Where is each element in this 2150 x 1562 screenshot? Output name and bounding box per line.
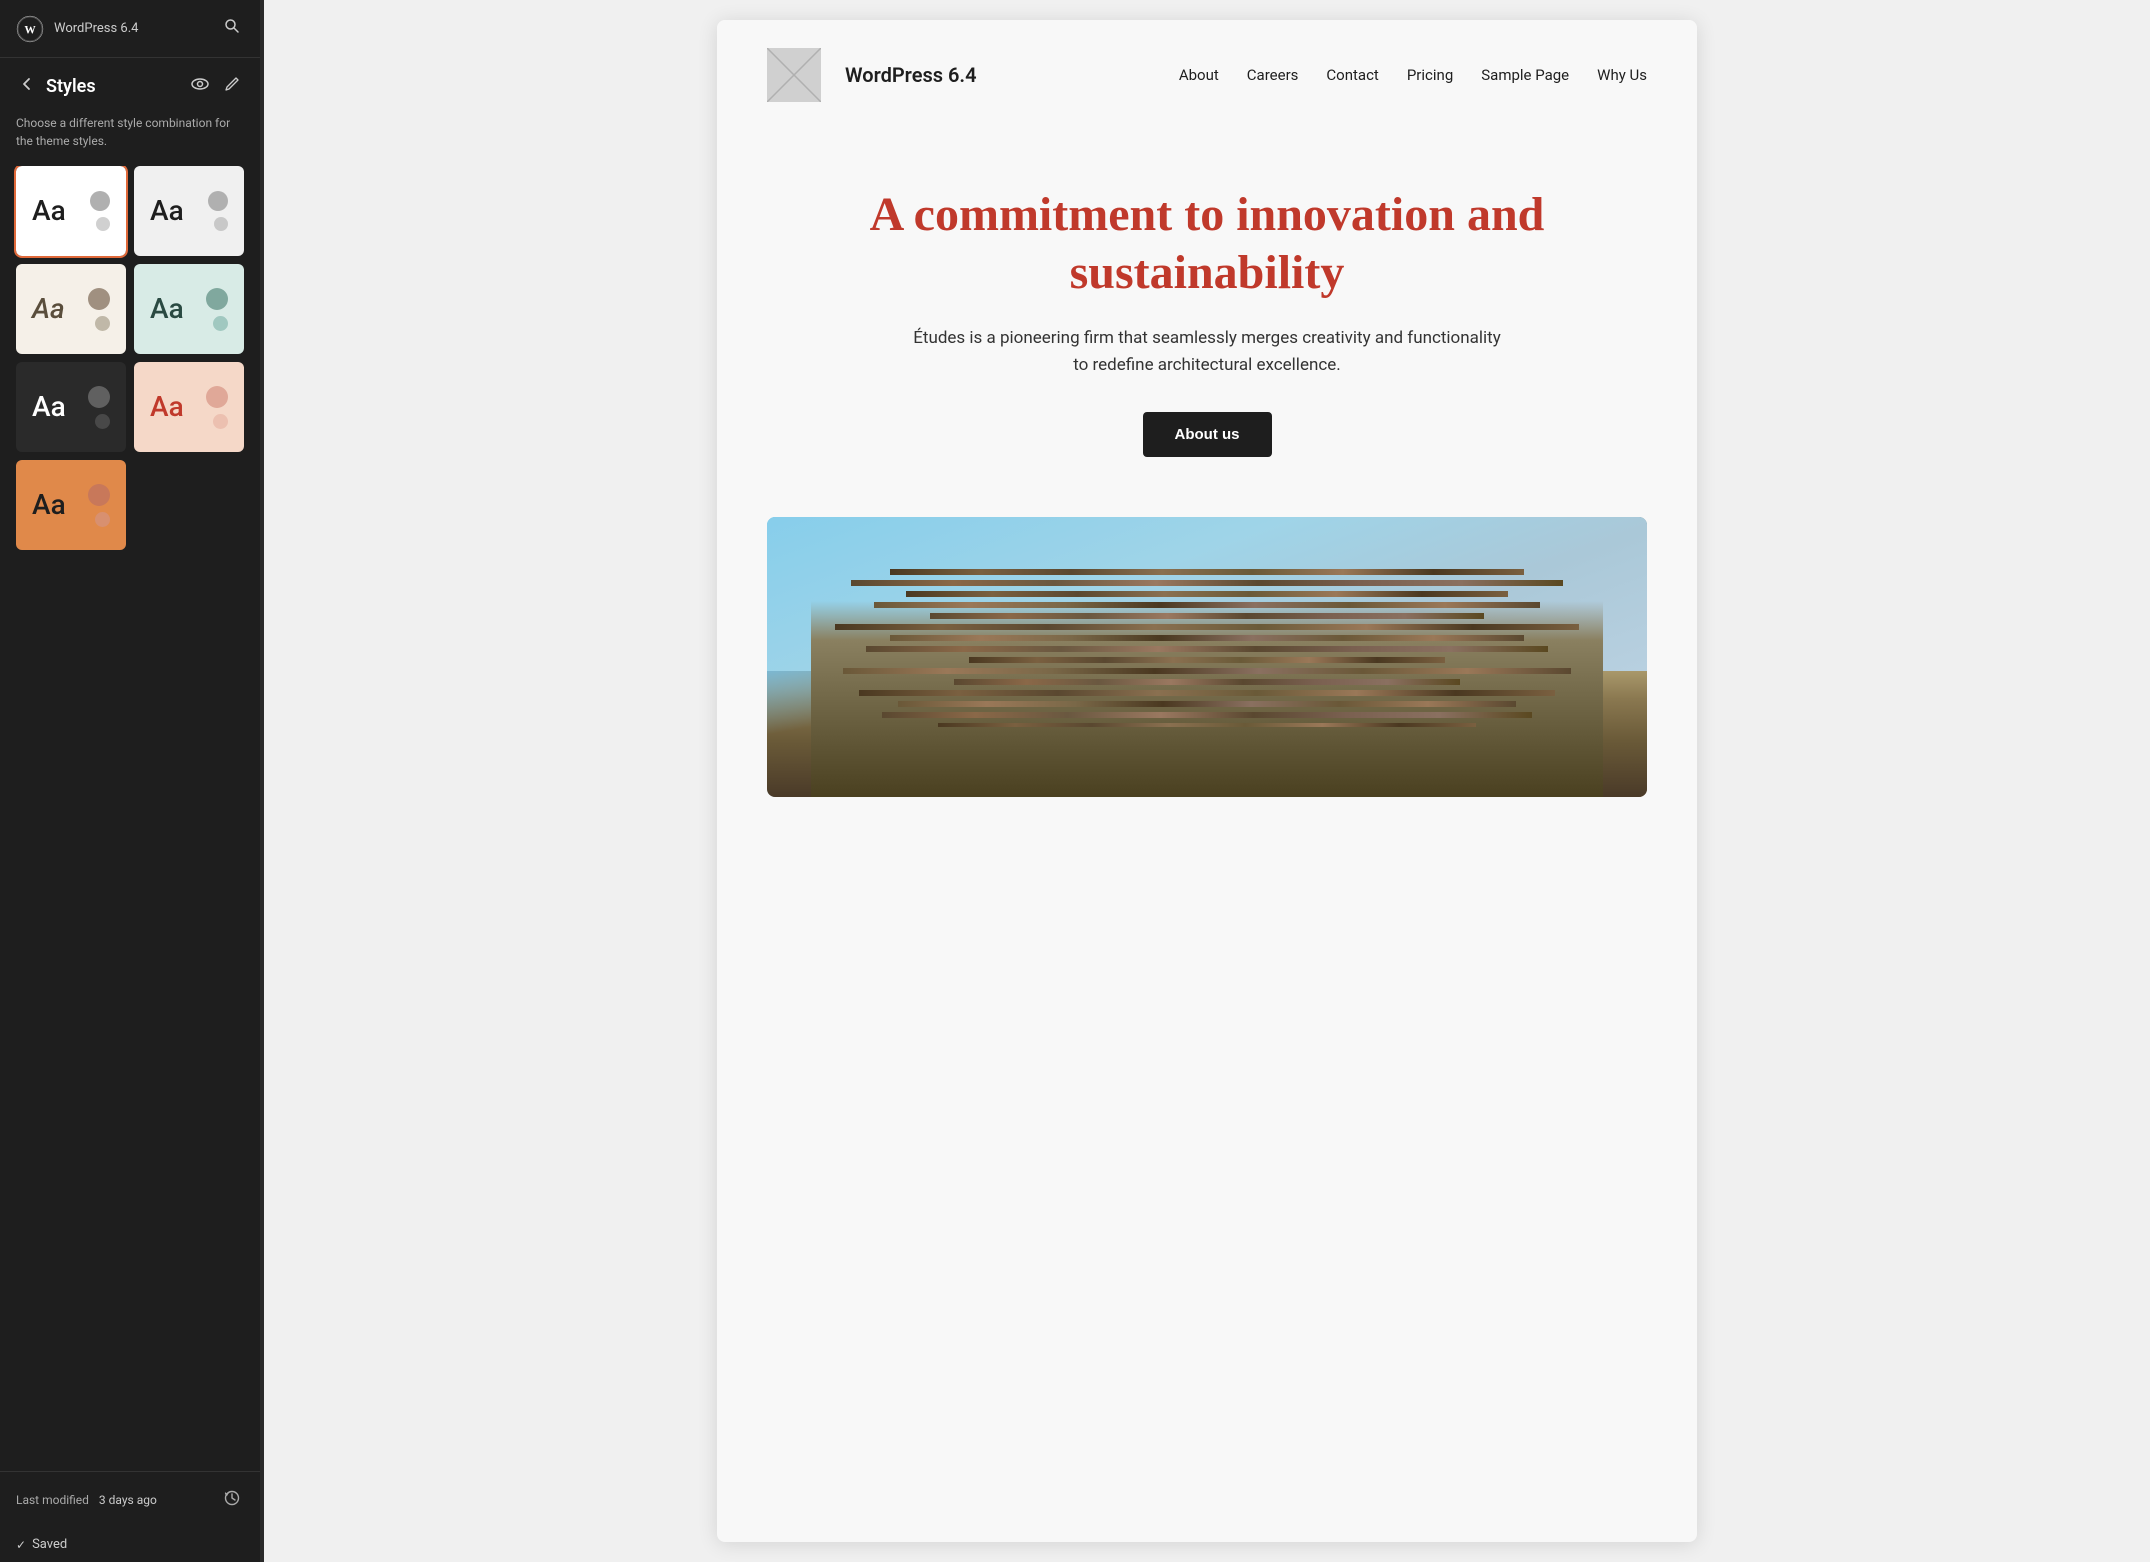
style-card-dark[interactable]: Aa xyxy=(16,362,126,452)
back-button[interactable] xyxy=(16,75,38,98)
dot-large xyxy=(88,484,110,506)
style-card-aa-label: Aa xyxy=(32,197,66,225)
slat-row xyxy=(843,668,1572,674)
saved-status-bar: ✓ Saved xyxy=(0,1527,260,1562)
svg-text:W: W xyxy=(24,24,36,36)
dot-small xyxy=(95,512,110,527)
style-card-white[interactable]: Aa xyxy=(16,166,126,256)
style-card-dots xyxy=(208,191,228,231)
dot-small xyxy=(214,217,228,231)
preview-frame: WordPress 6.4 About Careers Contact Pric… xyxy=(717,20,1697,1542)
history-button[interactable] xyxy=(220,1486,244,1513)
back-arrow-icon xyxy=(20,77,34,91)
slat-row xyxy=(938,723,1477,727)
nav-link-pricing[interactable]: Pricing xyxy=(1407,66,1453,84)
style-card-dots xyxy=(206,386,228,429)
dot-large xyxy=(206,386,228,408)
preview-styles-button[interactable] xyxy=(187,72,213,100)
history-icon xyxy=(224,1490,240,1506)
edit-pencil-icon xyxy=(225,76,240,91)
preview-area: WordPress 6.4 About Careers Contact Pric… xyxy=(264,0,2150,1562)
search-icon xyxy=(224,18,240,34)
style-card-cream[interactable]: Aa xyxy=(16,264,126,354)
styles-grid: Aa Aa Aa Aa xyxy=(0,166,260,1471)
nav-link-careers[interactable]: Careers xyxy=(1247,66,1299,84)
style-card-dots xyxy=(88,288,110,331)
dot-small xyxy=(213,414,228,429)
slat-row xyxy=(882,712,1531,718)
sidebar-footer: Last modified 3 days ago xyxy=(0,1471,260,1527)
dot-large xyxy=(88,386,110,408)
saved-text: Saved xyxy=(32,1537,67,1552)
style-card-aa-label: Aa xyxy=(32,491,66,519)
styles-title: Styles xyxy=(46,76,179,97)
slat-row xyxy=(866,646,1547,652)
sidebar: W WordPress 6.4 Styles xyxy=(0,0,260,1562)
eye-icon xyxy=(191,77,209,91)
dot-small xyxy=(96,217,110,231)
styles-section-header: Styles xyxy=(0,58,260,106)
slat-row xyxy=(851,580,1564,586)
style-card-mint[interactable]: Aa xyxy=(134,264,244,354)
nav-link-sample-page[interactable]: Sample Page xyxy=(1481,66,1569,84)
preview-nav: WordPress 6.4 About Careers Contact Pric… xyxy=(717,20,1697,126)
edit-styles-button[interactable] xyxy=(221,72,244,100)
style-card-light-gray[interactable]: Aa xyxy=(134,166,244,256)
preview-nav-links: About Careers Contact Pricing Sample Pag… xyxy=(1179,66,1647,84)
slat-row xyxy=(890,635,1524,641)
styles-actions xyxy=(187,72,244,100)
about-us-button[interactable]: About us xyxy=(1143,412,1272,457)
wordpress-logo-icon: W xyxy=(16,15,44,43)
saved-checkmark-icon: ✓ xyxy=(16,1538,26,1552)
style-card-aa-label: Aa xyxy=(150,197,184,225)
slat-row xyxy=(835,624,1580,630)
last-modified-label: Last modified xyxy=(16,1493,89,1507)
style-card-orange[interactable]: Aa xyxy=(16,460,126,550)
hero-subtitle: Études is a pioneering firm that seamles… xyxy=(907,325,1507,379)
last-modified-value: 3 days ago xyxy=(99,1493,157,1507)
dot-large xyxy=(208,191,228,211)
style-card-dots xyxy=(88,484,110,527)
style-card-dots xyxy=(206,288,228,331)
building-slats-container xyxy=(811,559,1603,727)
app-title: WordPress 6.4 xyxy=(54,21,138,36)
style-card-aa-label: Aa xyxy=(150,393,184,421)
style-card-dots xyxy=(88,386,110,429)
styles-description: Choose a different style combination for… xyxy=(0,106,260,166)
preview-building-image xyxy=(767,517,1647,797)
site-name: WordPress 6.4 xyxy=(845,63,977,87)
slat-row xyxy=(954,679,1461,685)
slat-row xyxy=(874,602,1539,608)
nav-link-contact[interactable]: Contact xyxy=(1326,66,1378,84)
style-card-peach[interactable]: Aa xyxy=(134,362,244,452)
dot-large xyxy=(90,191,110,211)
slat-row xyxy=(906,591,1508,597)
dot-large xyxy=(206,288,228,310)
slat-row xyxy=(890,569,1524,575)
dot-small xyxy=(95,316,110,331)
site-logo-placeholder-image xyxy=(767,48,821,102)
preview-hero: A commitment to innovation and sustainab… xyxy=(717,126,1697,497)
dot-small xyxy=(213,316,228,331)
sidebar-header: W WordPress 6.4 xyxy=(0,0,260,58)
hero-title: A commitment to innovation and sustainab… xyxy=(767,186,1647,301)
slat-row xyxy=(930,613,1484,619)
dot-small xyxy=(95,414,110,429)
style-card-dots xyxy=(90,191,110,231)
slat-row xyxy=(859,690,1556,696)
search-button[interactable] xyxy=(220,14,244,43)
style-card-aa-label: Aa xyxy=(32,295,65,323)
slat-row xyxy=(898,701,1516,707)
style-card-aa-label: Aa xyxy=(150,295,184,323)
site-logo xyxy=(767,48,821,102)
nav-link-about[interactable]: About xyxy=(1179,66,1219,84)
slat-row xyxy=(969,657,1444,663)
architectural-image xyxy=(767,517,1647,797)
dot-large xyxy=(88,288,110,310)
slats-rows xyxy=(811,559,1603,727)
style-card-aa-label: Aa xyxy=(32,393,66,421)
nav-link-why-us[interactable]: Why Us xyxy=(1597,66,1647,84)
